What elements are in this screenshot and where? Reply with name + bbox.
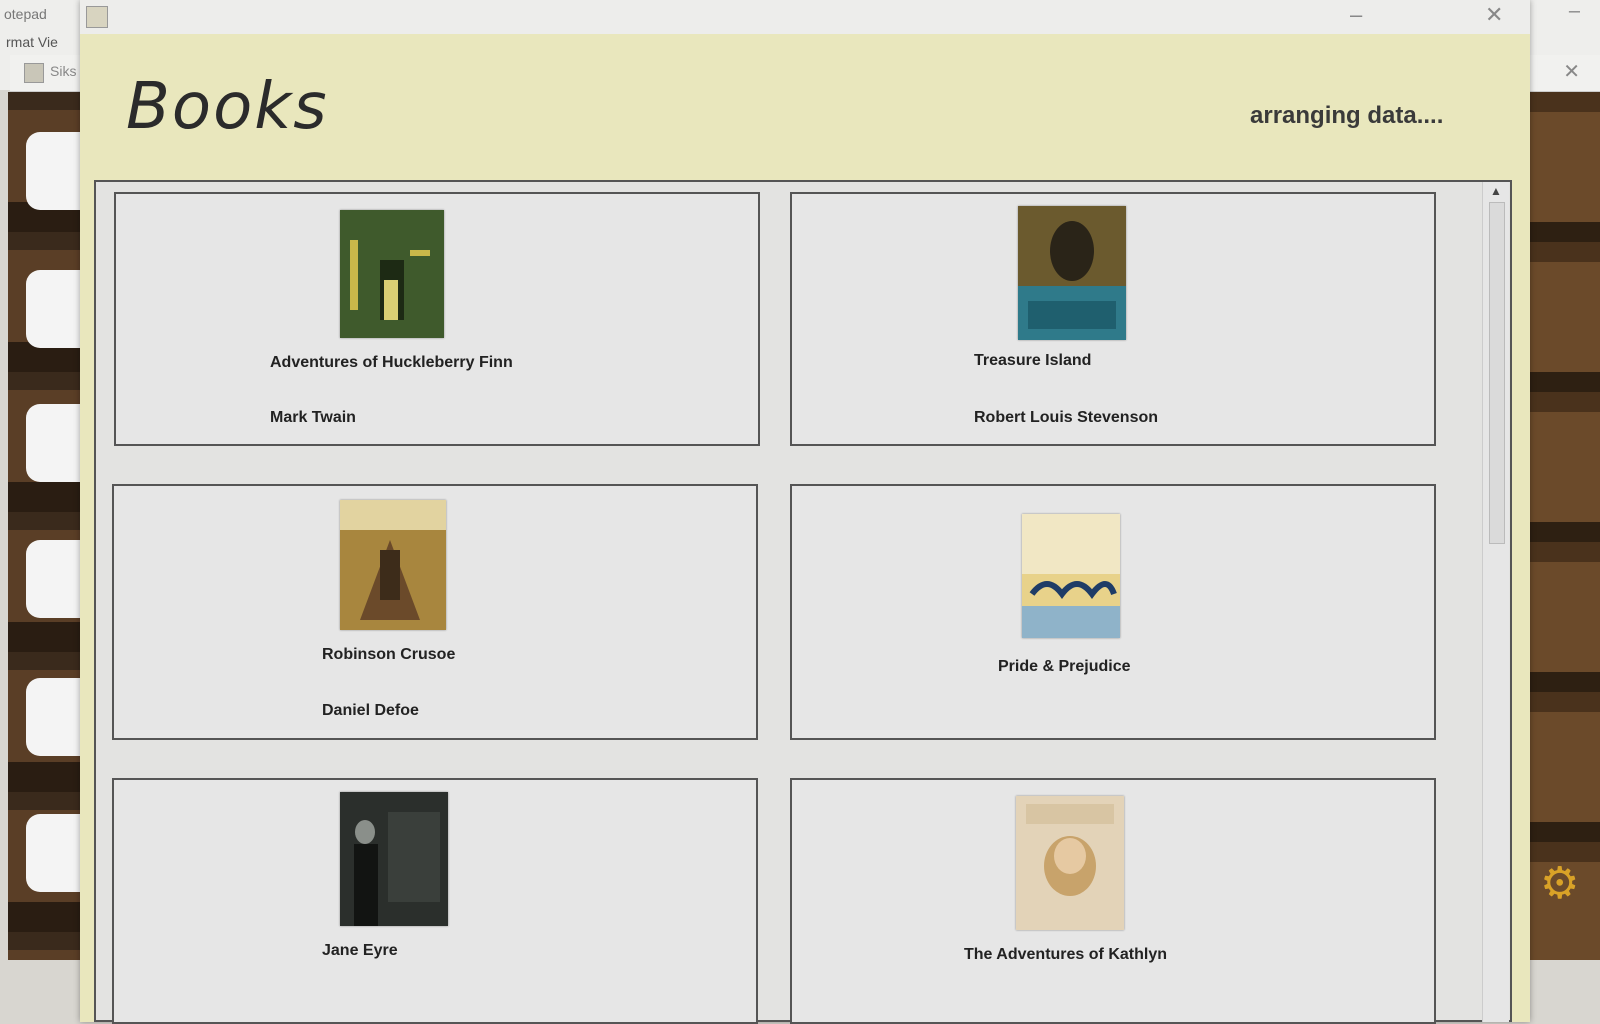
book-title: The Adventures of Kathlyn <box>964 946 1167 963</box>
book-title: Robinson Crusoe <box>322 646 456 663</box>
background-window-close-icon[interactable]: ✕ <box>1563 59 1580 84</box>
books-list-panel[interactable]: Adventures of Huckleberry Finn Mark Twai… <box>94 180 1512 1024</box>
java-app-icon <box>86 6 108 28</box>
page-title: Books <box>126 70 329 144</box>
book-card[interactable]: Jane Eyre <box>112 778 758 1024</box>
book-title: Treasure Island <box>974 352 1092 369</box>
book-cover-image <box>1018 206 1126 340</box>
vertical-scrollbar[interactable]: ▲ <box>1482 182 1509 1022</box>
book-author: Robert Louis Stevenson <box>974 409 1159 426</box>
books-window: – ✕ Books arranging data.... Adventures … <box>80 0 1530 1024</box>
book-cover-image <box>1022 514 1120 638</box>
side-tab-button[interactable] <box>26 404 86 482</box>
status-text: arranging data.... <box>1250 102 1444 129</box>
side-tab-button[interactable] <box>26 814 86 892</box>
book-cover-image <box>340 792 448 926</box>
scroll-up-icon[interactable]: ▲ <box>1487 184 1505 200</box>
book-title: Jane Eyre <box>322 942 398 959</box>
notepad-menu[interactable]: rmat Vie <box>6 34 58 50</box>
book-author: Daniel Defoe <box>322 702 419 719</box>
window-titlebar: – ✕ <box>80 0 1530 34</box>
book-author: Mark Twain <box>270 409 356 426</box>
book-cover-image <box>340 500 446 630</box>
book-card[interactable]: Treasure Island Robert Louis Stevenson <box>790 192 1436 446</box>
notepad-title: otepad <box>4 6 47 22</box>
book-card[interactable]: Adventures of Huckleberry Finn Mark Twai… <box>114 192 760 446</box>
close-button[interactable]: ✕ <box>1485 2 1503 28</box>
book-cover-image <box>340 210 444 338</box>
book-card[interactable]: Robinson Crusoe Daniel Defoe <box>112 484 758 740</box>
notepad-minimize-button[interactable]: – <box>1569 0 1580 23</box>
gear-icon[interactable]: ⚙ <box>1540 858 1579 909</box>
side-tab-button[interactable] <box>26 270 86 348</box>
scrollbar-thumb[interactable] <box>1489 202 1505 544</box>
side-tab-button[interactable] <box>26 540 86 618</box>
book-card[interactable]: Pride & Prejudice <box>790 484 1436 740</box>
side-tab-button[interactable] <box>26 132 86 210</box>
minimize-button[interactable]: – <box>1350 2 1362 28</box>
java-app-icon <box>24 63 44 83</box>
background-window-label: Siks <box>50 63 77 79</box>
bookshelf-background-left <box>8 92 86 960</box>
book-title: Pride & Prejudice <box>998 658 1131 675</box>
book-card[interactable]: The Adventures of Kathlyn <box>790 778 1436 1024</box>
side-tab-button[interactable] <box>26 678 86 756</box>
book-cover-image <box>1016 796 1124 930</box>
book-title: Adventures of Huckleberry Finn <box>270 354 513 371</box>
bookshelf-background-right <box>1530 92 1600 960</box>
